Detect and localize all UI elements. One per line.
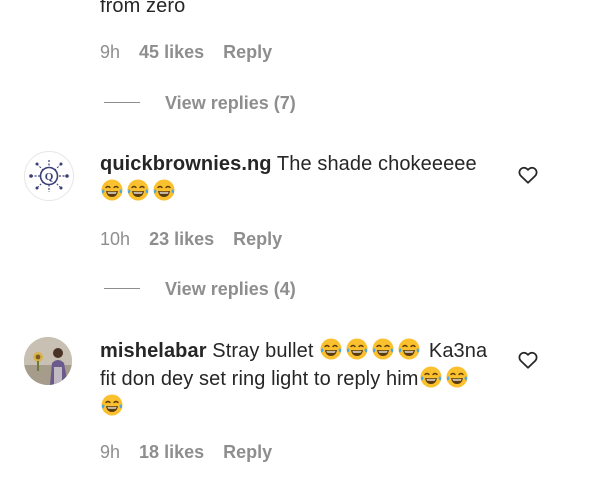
comment-text: Stray bullet bbox=[212, 340, 314, 362]
comment-body: mishelabar Stray bullet Ka3na fit don de… bbox=[100, 337, 500, 421]
avatar-photo bbox=[24, 337, 72, 385]
comment-time: 9h bbox=[100, 42, 121, 62]
avatar-logo-image: Q bbox=[25, 152, 73, 200]
comment-meta: 9h 18 likes Reply bbox=[100, 441, 286, 463]
comment-text: fit don dey set ring light to reply him bbox=[100, 368, 419, 390]
comment-text-fragment: from zero bbox=[100, 0, 186, 17]
laughing-tears-emoji-icon bbox=[153, 179, 175, 201]
laughing-tears-emoji-icon bbox=[101, 179, 123, 201]
comment-text: Ka3na bbox=[428, 340, 488, 362]
reply-button[interactable]: Reply bbox=[223, 442, 272, 462]
reply-button[interactable]: Reply bbox=[233, 229, 282, 249]
comment-meta: 10h 23 likes Reply bbox=[100, 228, 296, 250]
emoji-row bbox=[419, 366, 471, 390]
comment-username[interactable]: quickbrownies.ng bbox=[100, 153, 272, 175]
comment-time: 10h bbox=[100, 229, 131, 249]
comment-meta: 9h 45 likes Reply bbox=[100, 41, 286, 63]
emoji-row bbox=[100, 179, 178, 203]
reply-button[interactable]: Reply bbox=[223, 42, 272, 62]
replies-divider bbox=[104, 102, 140, 103]
likes-count[interactable]: 45 likes bbox=[139, 42, 204, 62]
avatar-letter: Q bbox=[45, 171, 54, 183]
comment-time: 9h bbox=[100, 442, 121, 462]
comment-username[interactable]: mishelabar bbox=[100, 340, 207, 362]
avatar[interactable]: Q bbox=[24, 151, 74, 201]
avatar[interactable] bbox=[24, 337, 72, 385]
view-replies-button[interactable]: View replies (7) bbox=[165, 92, 296, 114]
laughing-tears-emoji-icon bbox=[101, 394, 123, 416]
comment-text: The shade chokeeeee bbox=[276, 153, 477, 175]
emoji-row bbox=[100, 394, 126, 418]
heart-outline-icon[interactable] bbox=[517, 164, 539, 186]
likes-count[interactable]: 23 likes bbox=[149, 229, 214, 249]
laughing-tears-emoji-icon bbox=[420, 366, 441, 388]
view-replies-button[interactable]: View replies (4) bbox=[165, 278, 296, 300]
laughing-tears-emoji-icon bbox=[446, 366, 467, 388]
comment-body: quickbrownies.ng The shade chokeeeee bbox=[100, 150, 500, 206]
laughing-tears-emoji-icon bbox=[346, 338, 368, 360]
laughing-tears-emoji-icon bbox=[372, 338, 394, 360]
emoji-row bbox=[319, 338, 423, 362]
laughing-tears-emoji-icon bbox=[320, 338, 342, 360]
replies-divider bbox=[104, 288, 140, 289]
laughing-tears-emoji-icon bbox=[127, 179, 149, 201]
laughing-tears-emoji-icon bbox=[398, 338, 420, 360]
heart-outline-icon[interactable] bbox=[517, 349, 539, 371]
likes-count[interactable]: 18 likes bbox=[139, 442, 204, 462]
